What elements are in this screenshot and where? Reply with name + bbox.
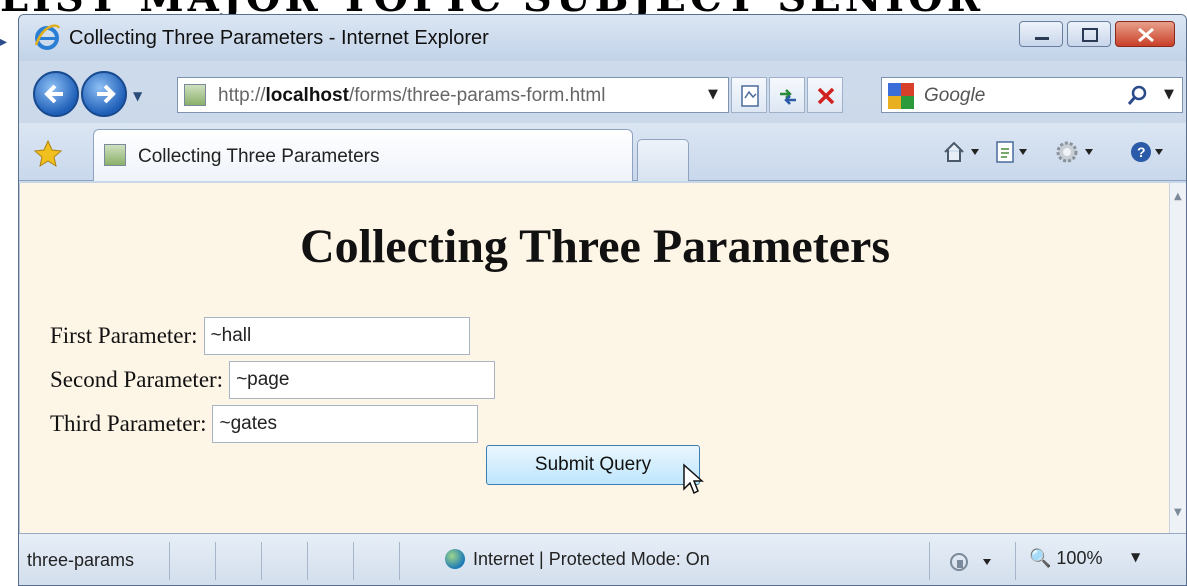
back-arrow-icon	[44, 84, 63, 104]
minimize-button[interactable]	[1019, 21, 1063, 47]
back-button[interactable]	[33, 71, 79, 117]
tab-active[interactable]: Collecting Three Parameters	[93, 129, 633, 181]
maximize-icon	[1082, 28, 1098, 42]
zoom-level[interactable]: 🔍 100%	[1029, 548, 1102, 569]
status-divider	[215, 542, 216, 580]
status-bar: three-params Internet | Protected Mode: …	[19, 533, 1186, 585]
forward-arrow-icon	[97, 84, 116, 104]
minimize-icon	[1035, 37, 1049, 40]
security-zone-label: Internet | Protected Mode: On	[473, 548, 710, 569]
slide-bullet-icon: ▸	[0, 34, 8, 50]
globe-icon	[445, 549, 465, 570]
help-icon: ?	[1131, 142, 1163, 162]
scroll-down-icon[interactable]: ▼	[1174, 507, 1182, 518]
tools-menu-button[interactable]	[1053, 139, 1109, 169]
stop-button[interactable]	[807, 77, 843, 113]
page-favicon-icon	[184, 84, 206, 106]
search-input[interactable]: Google	[924, 85, 985, 107]
second-parameter-label: Second Parameter:	[50, 367, 224, 392]
navigation-bar: ▼ http://localhost/forms/three-params-fo…	[19, 61, 1186, 121]
zoom-value: 100%	[1056, 548, 1103, 568]
status-divider	[353, 542, 354, 580]
home-button[interactable]	[941, 139, 985, 169]
page-menu-button[interactable]	[993, 139, 1041, 169]
compatibility-view-button[interactable]	[731, 77, 767, 113]
status-divider	[399, 542, 400, 580]
address-dropdown-icon[interactable]: ▼	[708, 87, 718, 102]
search-icon[interactable]	[1126, 84, 1150, 108]
first-parameter-row: First Parameter:	[50, 317, 470, 355]
tab-bar: Collecting Three Parameters ?	[19, 123, 1186, 181]
forward-button[interactable]	[81, 71, 127, 117]
address-bar[interactable]: http://localhost/forms/three-params-form…	[177, 77, 729, 113]
svg-text:?: ?	[1137, 144, 1146, 160]
gear-icon	[1056, 141, 1093, 163]
third-parameter-row: Third Parameter:	[50, 405, 479, 443]
protected-mode-icon[interactable]	[947, 550, 1007, 574]
status-divider	[261, 542, 262, 580]
tab-label: Collecting Three Parameters	[138, 146, 380, 167]
third-parameter-input[interactable]	[212, 405, 479, 443]
new-tab-button[interactable]	[637, 139, 689, 181]
google-logo-icon	[888, 83, 914, 109]
search-box[interactable]: Google ▼	[881, 77, 1183, 113]
second-parameter-row: Second Parameter:	[50, 361, 496, 399]
recent-pages-dropdown-icon[interactable]: ▼	[133, 89, 142, 103]
search-dropdown-icon[interactable]: ▼	[1164, 87, 1174, 102]
internet-explorer-icon	[34, 24, 61, 50]
status-divider	[307, 542, 308, 580]
refresh-button[interactable]	[769, 77, 805, 113]
window-title: Collecting Three Parameters - Internet E…	[69, 27, 489, 49]
vertical-scrollbar[interactable]: ▲ ▼	[1169, 183, 1186, 533]
page-content: Collecting Three Parameters First Parame…	[19, 183, 1169, 533]
star-icon[interactable]	[33, 139, 63, 169]
stop-icon	[817, 87, 835, 105]
scroll-up-icon[interactable]: ▲	[1174, 191, 1182, 202]
maximize-button[interactable]	[1067, 21, 1111, 47]
title-bar: Collecting Three Parameters - Internet E…	[19, 15, 1186, 61]
home-icon	[944, 141, 979, 162]
first-parameter-label: First Parameter:	[50, 323, 198, 348]
close-icon	[1138, 27, 1154, 43]
submit-query-button[interactable]: Submit Query	[486, 445, 700, 485]
page-heading: Collecting Three Parameters	[299, 220, 891, 273]
page-icon	[996, 141, 1027, 163]
compatibility-icon	[741, 85, 759, 107]
third-parameter-label: Third Parameter:	[50, 411, 207, 436]
close-button[interactable]	[1115, 21, 1175, 47]
browser-window: Collecting Three Parameters - Internet E…	[18, 14, 1187, 586]
refresh-icon	[780, 89, 796, 105]
status-text: three-params	[27, 550, 135, 570]
tab-favicon-icon	[104, 144, 126, 166]
mouse-cursor-icon	[683, 463, 704, 495]
address-url[interactable]: http://localhost/forms/three-params-form…	[218, 85, 605, 107]
security-zone[interactable]: Internet | Protected Mode: On	[445, 548, 710, 570]
status-divider	[929, 542, 930, 580]
zoom-dropdown-icon[interactable]: ▼	[1131, 550, 1140, 564]
second-parameter-input[interactable]	[229, 361, 496, 399]
status-divider	[1015, 542, 1016, 580]
status-divider	[169, 542, 170, 580]
help-menu-button[interactable]: ?	[1129, 139, 1173, 169]
first-parameter-input[interactable]	[203, 317, 470, 355]
